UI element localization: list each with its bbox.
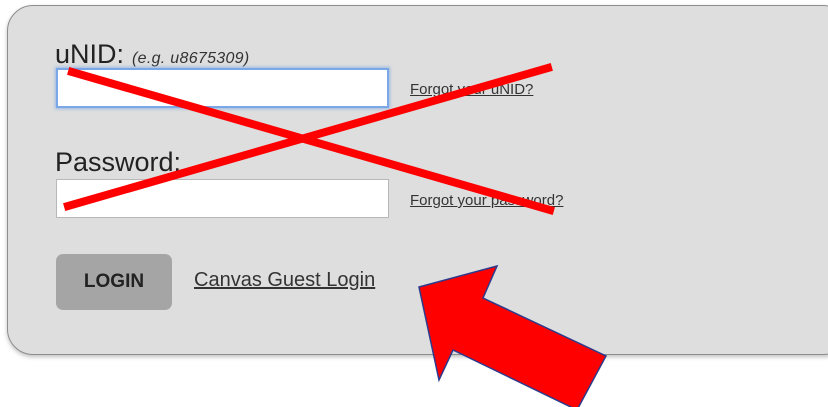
screenshot-stage: uNID: (e.g. u8675309) Forgot your uNID? P… <box>0 0 828 407</box>
unid-label: uNID: (e.g. u8675309) <box>55 41 250 68</box>
unid-input[interactable] <box>56 68 389 108</box>
password-input[interactable] <box>56 179 389 218</box>
unid-hint: (e.g. u8675309) <box>132 50 250 67</box>
canvas-guest-login-link[interactable]: Canvas Guest Login <box>194 269 375 292</box>
forgot-unid-link[interactable]: Forgot your uNID? <box>410 81 533 98</box>
forgot-password-link[interactable]: Forgot your password? <box>410 192 563 209</box>
login-button[interactable]: LOGIN <box>56 254 172 310</box>
password-label: Password: <box>55 147 182 177</box>
unid-label-text: uNID: <box>55 39 125 69</box>
